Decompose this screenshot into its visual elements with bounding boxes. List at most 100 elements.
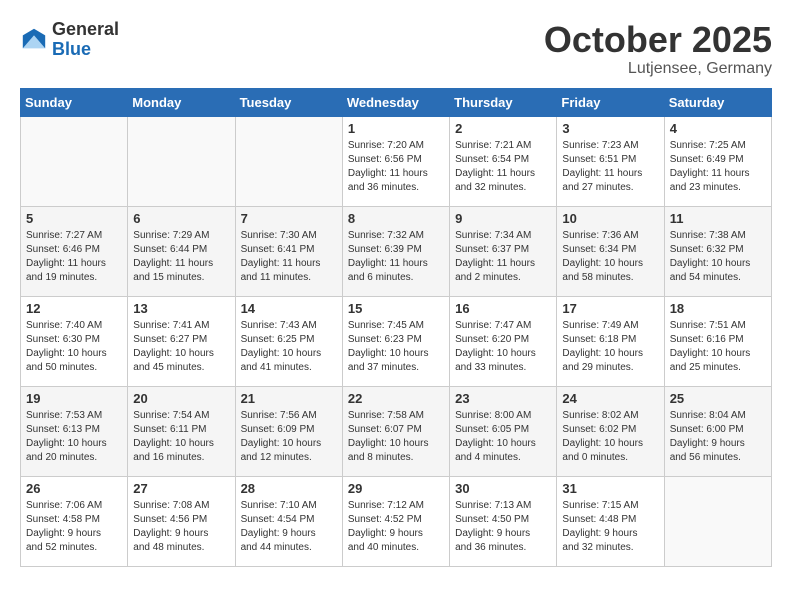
header-friday: Friday [557,88,664,116]
calendar-week-row: 5 Sunrise: 7:27 AM Sunset: 6:46 PM Daylig… [21,206,772,296]
day-number: 24 [562,391,658,406]
day-info: Sunrise: 7:23 AM Sunset: 6:51 PM Dayligh… [562,139,658,195]
calendar-cell: 15 Sunrise: 7:45 AM Sunset: 6:23 PM Dayli… [342,296,449,386]
header-sunday: Sunday [21,88,128,116]
page-header: General Blue October 2025 Lutjensee, Ger… [20,20,772,78]
day-info: Sunrise: 7:13 AM Sunset: 4:50 PM Dayligh… [455,499,551,555]
day-info: Sunrise: 8:00 AM Sunset: 6:05 PM Dayligh… [455,409,551,465]
logo-general: General [52,19,119,39]
title-block: October 2025 Lutjensee, Germany [544,20,772,78]
calendar-cell: 7 Sunrise: 7:30 AM Sunset: 6:41 PM Daylig… [235,206,342,296]
logo-text: General Blue [52,20,119,60]
day-info: Sunrise: 7:45 AM Sunset: 6:23 PM Dayligh… [348,319,444,375]
logo-icon [20,26,48,54]
day-info: Sunrise: 7:40 AM Sunset: 6:30 PM Dayligh… [26,319,122,375]
day-number: 16 [455,301,551,316]
day-number: 30 [455,481,551,496]
calendar-cell: 14Sunrise: 7:43 AM Sunset: 6:25 PM Dayli… [235,296,342,386]
calendar-cell: 3 Sunrise: 7:23 AM Sunset: 6:51 PM Daylig… [557,116,664,206]
day-info: Sunrise: 7:25 AM Sunset: 6:49 PM Dayligh… [670,139,766,195]
calendar-week-row: 26 Sunrise: 7:06 AM Sunset: 4:58 PM Dayli… [21,476,772,566]
calendar-week-row: 19 Sunrise: 7:53 AM Sunset: 6:13 PM Dayli… [21,386,772,476]
day-info: Sunrise: 7:12 AM Sunset: 4:52 PM Dayligh… [348,499,444,555]
calendar-cell: 5 Sunrise: 7:27 AM Sunset: 6:46 PM Daylig… [21,206,128,296]
day-number: 3 [562,121,658,136]
calendar-cell: 21Sunrise: 7:56 AM Sunset: 6:09 PM Dayli… [235,386,342,476]
calendar-cell: 27Sunrise: 7:08 AM Sunset: 4:56 PM Dayli… [128,476,235,566]
day-number: 20 [133,391,229,406]
calendar-cell: 18 Sunrise: 7:51 AM Sunset: 6:16 PM Dayli… [664,296,771,386]
day-number: 28 [241,481,337,496]
day-info: Sunrise: 7:41 AM Sunset: 6:27 PM Dayligh… [133,319,229,375]
day-info: Sunrise: 7:27 AM Sunset: 6:46 PM Dayligh… [26,229,122,285]
day-number: 5 [26,211,122,226]
day-number: 29 [348,481,444,496]
day-info: Sunrise: 7:58 AM Sunset: 6:07 PM Dayligh… [348,409,444,465]
calendar-cell: 17 Sunrise: 7:49 AM Sunset: 6:18 PM Dayli… [557,296,664,386]
day-number: 7 [241,211,337,226]
calendar-cell: 24 Sunrise: 8:02 AM Sunset: 6:02 PM Dayli… [557,386,664,476]
day-info: Sunrise: 7:38 AM Sunset: 6:32 PM Dayligh… [670,229,766,285]
calendar-cell: 4 Sunrise: 7:25 AM Sunset: 6:49 PM Daylig… [664,116,771,206]
calendar-week-row: 12 Sunrise: 7:40 AM Sunset: 6:30 PM Dayli… [21,296,772,386]
day-info: Sunrise: 7:43 AM Sunset: 6:25 PM Dayligh… [241,319,337,375]
calendar-cell: 26 Sunrise: 7:06 AM Sunset: 4:58 PM Dayli… [21,476,128,566]
header-thursday: Thursday [450,88,557,116]
day-number: 9 [455,211,551,226]
calendar-cell: 13 Sunrise: 7:41 AM Sunset: 6:27 PM Dayli… [128,296,235,386]
calendar-cell: 1Sunrise: 7:20 AM Sunset: 6:56 PM Daylig… [342,116,449,206]
day-info: Sunrise: 7:36 AM Sunset: 6:34 PM Dayligh… [562,229,658,285]
logo: General Blue [20,20,119,60]
day-number: 11 [670,211,766,226]
location: Lutjensee, Germany [544,60,772,78]
day-info: Sunrise: 7:06 AM Sunset: 4:58 PM Dayligh… [26,499,122,555]
day-number: 25 [670,391,766,406]
day-info: Sunrise: 7:21 AM Sunset: 6:54 PM Dayligh… [455,139,551,195]
day-info: Sunrise: 7:53 AM Sunset: 6:13 PM Dayligh… [26,409,122,465]
day-info: Sunrise: 7:34 AM Sunset: 6:37 PM Dayligh… [455,229,551,285]
day-number: 18 [670,301,766,316]
header-monday: Monday [128,88,235,116]
day-info: Sunrise: 7:54 AM Sunset: 6:11 PM Dayligh… [133,409,229,465]
day-number: 17 [562,301,658,316]
calendar-cell [21,116,128,206]
day-number: 13 [133,301,229,316]
header-tuesday: Tuesday [235,88,342,116]
calendar-cell [128,116,235,206]
day-info: Sunrise: 7:51 AM Sunset: 6:16 PM Dayligh… [670,319,766,375]
day-number: 22 [348,391,444,406]
header-wednesday: Wednesday [342,88,449,116]
day-info: Sunrise: 7:49 AM Sunset: 6:18 PM Dayligh… [562,319,658,375]
month-title: October 2025 [544,20,772,60]
day-info: Sunrise: 7:29 AM Sunset: 6:44 PM Dayligh… [133,229,229,285]
day-number: 31 [562,481,658,496]
day-number: 15 [348,301,444,316]
day-info: Sunrise: 7:30 AM Sunset: 6:41 PM Dayligh… [241,229,337,285]
calendar-cell: 23 Sunrise: 8:00 AM Sunset: 6:05 PM Dayli… [450,386,557,476]
calendar-week-row: 1Sunrise: 7:20 AM Sunset: 6:56 PM Daylig… [21,116,772,206]
day-number: 8 [348,211,444,226]
calendar-cell: 29 Sunrise: 7:12 AM Sunset: 4:52 PM Dayli… [342,476,449,566]
day-info: Sunrise: 8:02 AM Sunset: 6:02 PM Dayligh… [562,409,658,465]
day-number: 2 [455,121,551,136]
day-number: 12 [26,301,122,316]
logo-blue: Blue [52,39,91,59]
day-info: Sunrise: 7:32 AM Sunset: 6:39 PM Dayligh… [348,229,444,285]
calendar-cell: 10 Sunrise: 7:36 AM Sunset: 6:34 PM Dayli… [557,206,664,296]
calendar-cell [235,116,342,206]
day-info: Sunrise: 7:56 AM Sunset: 6:09 PM Dayligh… [241,409,337,465]
calendar-cell: 25Sunrise: 8:04 AM Sunset: 6:00 PM Dayli… [664,386,771,476]
calendar-cell: 28Sunrise: 7:10 AM Sunset: 4:54 PM Dayli… [235,476,342,566]
calendar-cell: 16Sunrise: 7:47 AM Sunset: 6:20 PM Dayli… [450,296,557,386]
calendar-cell: 6 Sunrise: 7:29 AM Sunset: 6:44 PM Daylig… [128,206,235,296]
calendar-cell: 31Sunrise: 7:15 AM Sunset: 4:48 PM Dayli… [557,476,664,566]
day-number: 26 [26,481,122,496]
day-number: 4 [670,121,766,136]
day-number: 10 [562,211,658,226]
day-number: 6 [133,211,229,226]
calendar-cell [664,476,771,566]
calendar-header-row: SundayMondayTuesdayWednesdayThursdayFrid… [21,88,772,116]
calendar-cell: 30 Sunrise: 7:13 AM Sunset: 4:50 PM Dayli… [450,476,557,566]
day-number: 19 [26,391,122,406]
day-number: 23 [455,391,551,406]
